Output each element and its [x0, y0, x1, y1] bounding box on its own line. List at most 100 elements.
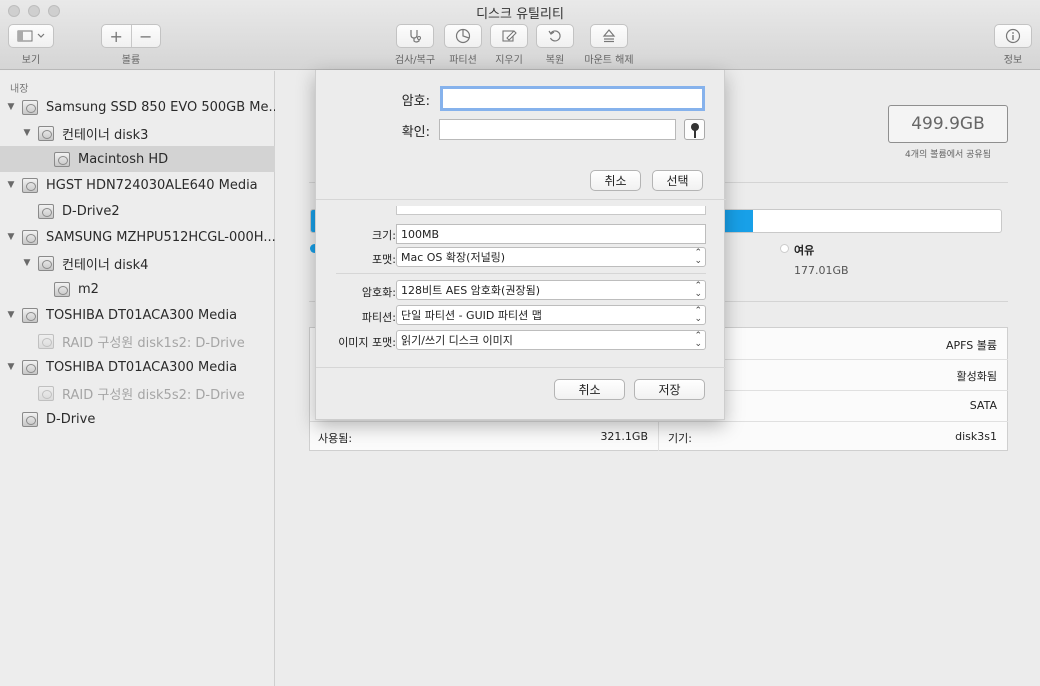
sidebar-item-label: HGST HDN724030ALE640 Media — [46, 177, 258, 193]
size-value: 100MB — [401, 227, 440, 241]
volume-label: 볼륨 — [121, 55, 141, 66]
sidebar-item-hgst[interactable]: ▼ HGST HDN724030ALE640 Media — [0, 172, 275, 198]
hard-disk-icon — [22, 411, 38, 427]
sidebar-item-label: 컨테이너 disk4 — [62, 257, 149, 273]
dialog-divider — [316, 367, 726, 368]
sidebar-item-raid-disk1s2[interactable]: RAID 구성원 disk1s2: D-Drive — [0, 328, 275, 354]
view-button[interactable] — [8, 24, 54, 48]
stethoscope-icon — [410, 30, 421, 43]
restore-button[interactable] — [536, 24, 574, 48]
sheet-divider — [316, 199, 726, 200]
dialog-cancel-button[interactable]: 취소 — [554, 379, 625, 400]
format-value: Mac OS 확장(저널링) — [401, 251, 506, 264]
sidebar-item-label: Samsung SSD 850 EVO 500GB Me... — [46, 99, 275, 115]
verify-input[interactable] — [439, 119, 676, 140]
info-button[interactable] — [994, 24, 1032, 48]
sidebar-item-label: Macintosh HD — [78, 151, 169, 167]
type-value: APFS 볼륨 — [945, 339, 997, 352]
hard-disk-icon — [22, 359, 38, 375]
disclosure-triangle-icon[interactable]: ▼ — [6, 180, 16, 190]
hard-disk-icon — [54, 281, 70, 297]
sidebar-item-container-disk3[interactable]: ▼ 컨테이너 disk3 — [0, 120, 275, 146]
hard-disk-icon — [38, 333, 54, 349]
sidebar-item-label: RAID 구성원 disk1s2: D-Drive — [62, 335, 245, 351]
sidebar-item-d-drive[interactable]: D-Drive — [0, 406, 275, 432]
status-value: 활성화됨 — [956, 370, 997, 383]
sidebar-item-label: D-Drive — [46, 411, 96, 427]
sidebar-view-icon — [17, 30, 45, 42]
hard-disk-icon — [22, 307, 38, 323]
hard-disk-icon — [54, 151, 70, 167]
first-aid-label: 검사/복구 — [394, 55, 436, 66]
hard-disk-icon — [22, 229, 38, 245]
sidebar-item-macintosh-hd[interactable]: Macintosh HD — [0, 146, 275, 172]
format-select[interactable]: Mac OS 확장(저널링) ⌃ ⌄ — [396, 247, 706, 267]
key-icon-shaft — [694, 130, 696, 138]
size-field[interactable]: 100MB — [396, 224, 706, 244]
row-divider — [310, 421, 1008, 422]
sidebar-item-samsung-mzhpu[interactable]: ▼ SAMSUNG MZHPU512HCGL-000H... — [0, 224, 275, 250]
capacity-shared-text: 4개의 볼륨에서 공유됨 — [905, 150, 991, 160]
sidebar-item-label: TOSHIBA DT01ACA300 Media — [46, 359, 238, 375]
remove-volume-button[interactable]: − — [132, 27, 161, 46]
volume-segment: + − — [101, 24, 161, 48]
column-divider — [658, 422, 659, 451]
info-label: 정보 — [1003, 55, 1023, 66]
password-choose-button[interactable]: 선택 — [652, 170, 703, 191]
eject-icon — [602, 29, 616, 43]
disclosure-triangle-icon[interactable]: ▼ — [6, 232, 16, 242]
encryption-value: 128비트 AES 암호화(권장됨) — [401, 284, 540, 297]
format-label: 포맷: — [372, 253, 396, 266]
sidebar-item-container-disk4[interactable]: ▼ 컨테이너 disk4 — [0, 250, 275, 276]
sidebar-item-d-drive2[interactable]: D-Drive2 — [0, 198, 275, 224]
password-label: 암호: — [401, 94, 430, 109]
partition-scheme-select[interactable]: 단일 파티션 - GUID 파티션 맵 ⌃ ⌄ — [396, 305, 706, 325]
password-cancel-button[interactable]: 취소 — [590, 170, 641, 191]
partition-label: 파티션 — [449, 55, 477, 66]
image-format-select[interactable]: 읽기/쓰기 디스크 이미지 ⌃ ⌄ — [396, 330, 706, 350]
sidebar-header: 내장 — [10, 84, 29, 95]
hard-disk-icon — [38, 203, 54, 219]
device-value: disk3s1 — [955, 430, 997, 443]
free-legend-dot — [780, 244, 789, 253]
used-value: 321.1GB — [600, 430, 648, 443]
chevron-updown-icon: ⌃ ⌄ — [694, 331, 702, 349]
password-assistant-button[interactable] — [684, 119, 705, 140]
unmount-button[interactable] — [590, 24, 628, 48]
image-format-value: 읽기/쓰기 디스크 이미지 — [401, 334, 513, 347]
encryption-select[interactable]: 128비트 AES 암호화(권장됨) ⌃ ⌄ — [396, 280, 706, 300]
dialog-save-button[interactable]: 저장 — [634, 379, 705, 400]
sidebar-item-toshiba-2[interactable]: ▼ TOSHIBA DT01ACA300 Media — [0, 354, 275, 380]
sidebar-item-toshiba-1[interactable]: ▼ TOSHIBA DT01ACA300 Media — [0, 302, 275, 328]
partition-pie-icon — [455, 28, 471, 44]
verify-label: 확인: — [401, 125, 430, 140]
free-label: 여유 — [794, 244, 815, 257]
sidebar: 내장 ▼ Samsung SSD 850 EVO 500GB Me... ▼ 컨… — [0, 71, 275, 686]
form-divider — [336, 273, 706, 274]
disclosure-triangle-icon[interactable]: ▼ — [22, 128, 32, 138]
password-input[interactable] — [440, 86, 705, 111]
disclosure-triangle-icon[interactable]: ▼ — [6, 310, 16, 320]
sidebar-item-raid-disk5s2[interactable]: RAID 구성원 disk5s2: D-Drive — [0, 380, 275, 406]
disclosure-triangle-icon[interactable]: ▼ — [22, 258, 32, 268]
hard-disk-icon — [38, 385, 54, 401]
hard-disk-icon — [38, 125, 54, 141]
window-toolbar: 디스크 유틸리티 보기 + − 볼륨 검사/복구 파티션 지우기 복원 마운트 … — [0, 0, 1040, 70]
free-value: 177.01GB — [794, 264, 849, 277]
sidebar-item-label: SAMSUNG MZHPU512HCGL-000H... — [46, 229, 275, 245]
erase-button[interactable] — [490, 24, 528, 48]
first-aid-button[interactable] — [396, 24, 434, 48]
sidebar-item-label: 컨테이너 disk3 — [62, 127, 149, 143]
size-label: 크기: — [372, 229, 396, 242]
partition-scheme-label: 파티션: — [361, 311, 396, 324]
restore-arrow-icon — [548, 30, 561, 42]
partition-button[interactable] — [444, 24, 482, 48]
image-format-label: 이미지 포맷: — [338, 336, 396, 349]
disclosure-triangle-icon[interactable]: ▼ — [6, 102, 16, 112]
disclosure-triangle-icon[interactable]: ▼ — [6, 362, 16, 372]
info-icon — [1005, 28, 1021, 44]
add-volume-button[interactable]: + — [102, 27, 131, 46]
sidebar-item-m2[interactable]: m2 — [0, 276, 275, 302]
sidebar-item-samsung-ssd[interactable]: ▼ Samsung SSD 850 EVO 500GB Me... — [0, 94, 275, 120]
new-image-dialog: 암호: 확인: 취소 선택 크기: 100MB 포맷: Mac OS 확장(저널… — [315, 70, 726, 420]
